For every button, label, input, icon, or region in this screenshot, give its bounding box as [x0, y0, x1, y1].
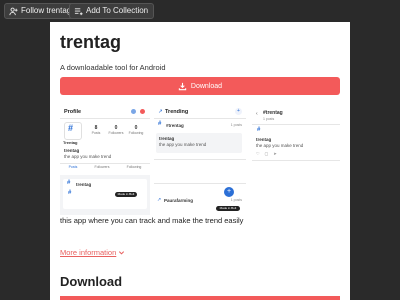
- post-card-title: trentag: [76, 182, 92, 187]
- tab-posts[interactable]: Posts: [69, 165, 78, 171]
- post-user: trentag: [256, 137, 272, 142]
- stat-posts: 8 Posts: [91, 125, 101, 135]
- add-to-collection-button[interactable]: Add To Collection: [69, 3, 155, 19]
- trending-icon: ↗: [158, 109, 163, 115]
- download-heading: Download: [60, 274, 123, 289]
- profile-bio: the app you make trend: [64, 154, 112, 159]
- trend-count-1: 1 posts: [230, 123, 242, 127]
- trend-post: trentag the app you make trend: [156, 133, 242, 153]
- game-page: trentag A downloadable tool for Android …: [50, 22, 350, 300]
- trend-tag-2: Paurafarming: [164, 198, 194, 203]
- logout-icon: [140, 109, 145, 114]
- post-count: 1 posts: [263, 117, 275, 121]
- profile-header: Profile: [64, 109, 82, 115]
- fab-add-button[interactable]: +: [224, 187, 234, 197]
- post-logo: [256, 127, 264, 136]
- app-name: Trentag: [63, 140, 78, 145]
- profile-tabs: Posts Followers Following: [60, 165, 150, 171]
- trend-tag-1: #trentag: [166, 123, 184, 128]
- tagline: A downloadable tool for Android: [60, 63, 166, 72]
- divider: [252, 160, 340, 161]
- download-button[interactable]: Download: [60, 77, 340, 95]
- list-add-icon: [74, 7, 83, 15]
- trending-icon: ↗: [157, 197, 162, 203]
- post-tag: #trentag: [263, 110, 283, 116]
- post-card-area: trentag Made in Bolt: [60, 175, 150, 215]
- message-icon: [131, 109, 136, 114]
- post-actions: ♡ ▢ ➤: [256, 151, 277, 156]
- made-in-bolt-badge: Made in Bolt: [216, 206, 240, 211]
- trend-post-text: the app you make trend: [159, 142, 207, 147]
- page-title: trentag: [60, 32, 122, 52]
- back-icon: ‹: [256, 111, 258, 117]
- download-icon: [178, 82, 187, 90]
- post-text: the app you make trend: [256, 143, 304, 148]
- trending-header: Trending: [165, 109, 189, 115]
- download-section-bar: [60, 296, 340, 300]
- chevron-down-icon: [119, 251, 125, 255]
- description: this app where you can track and make th…: [60, 216, 244, 225]
- add-icon: +: [235, 108, 242, 115]
- divider: [154, 159, 246, 160]
- screenshot-post[interactable]: ‹ #trentag 1 posts trentag the app you m…: [252, 105, 340, 215]
- screenshots-strip: Profile Trentag 8 Posts 0 Followers 0 Fo…: [60, 105, 340, 215]
- trend-post-user: trentag: [159, 136, 175, 141]
- follow-label: Follow trentag: [21, 6, 72, 15]
- divider: [60, 118, 150, 119]
- divider: [60, 163, 150, 164]
- user-plus-icon: [9, 7, 18, 15]
- follow-button[interactable]: Follow trentag: [4, 3, 78, 19]
- comment-icon[interactable]: ▢: [265, 151, 269, 156]
- made-in-bolt-badge: Made in Bolt: [115, 192, 137, 197]
- share-icon[interactable]: ➤: [273, 151, 276, 156]
- like-icon[interactable]: ♡: [256, 151, 260, 156]
- more-information-link[interactable]: More information: [60, 248, 125, 257]
- tab-followers[interactable]: Followers: [94, 165, 109, 171]
- collection-label: Add To Collection: [86, 6, 149, 15]
- tab-following[interactable]: Following: [127, 165, 142, 171]
- screenshot-profile[interactable]: Profile Trentag 8 Posts 0 Followers 0 Fo…: [60, 105, 150, 215]
- more-information-label: More information: [60, 248, 117, 257]
- download-label: Download: [190, 82, 223, 90]
- trend-count-2: 1 posts: [230, 198, 242, 202]
- stat-followers: 0 Followers: [108, 125, 124, 135]
- app-logo: [64, 122, 82, 140]
- profile-handle: trentag: [64, 148, 80, 153]
- post-card: trentag Made in Bolt: [63, 179, 147, 209]
- divider: [154, 183, 246, 184]
- divider: [154, 118, 246, 119]
- stat-following: 0 Following: [128, 125, 144, 135]
- divider: [252, 124, 340, 125]
- post-logo: [67, 190, 75, 199]
- post-logo: [66, 180, 74, 189]
- screenshot-trending[interactable]: ↗ Trending + #trentag 1 posts trentag th…: [154, 105, 246, 215]
- top-toolbar: Follow trentag Add To Collection: [0, 0, 400, 22]
- tag-logo: [157, 121, 165, 130]
